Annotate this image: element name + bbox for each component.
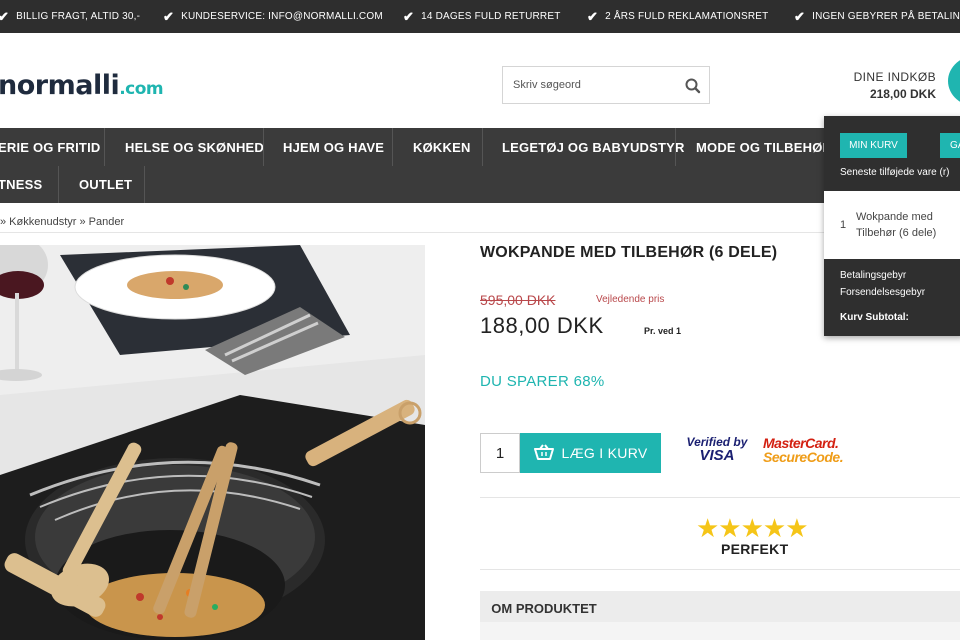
mini-cart-dropdown: MIN KURV GA Seneste tilføjede vare (r) 1… — [824, 116, 960, 336]
quantity-input[interactable] — [480, 433, 520, 473]
perk-customer-service: ✔ KUNDESERVICE: INFO@NORMALLI.COM — [163, 0, 383, 33]
add-to-cart-label: LÆG I KURV — [561, 445, 648, 461]
item-name[interactable]: Wokpande med Tilbehør (6 dele) — [856, 209, 956, 241]
perk-warranty: ✔ 2 ÅRS FULD REKLAMATIONSRET — [587, 0, 768, 33]
search-box — [502, 66, 710, 104]
nav-item-home-garden[interactable]: HJEM OG HAVE — [283, 128, 384, 166]
nav-item-health-beauty[interactable]: HELSE OG SKØNHED — [125, 128, 264, 166]
tab-content — [480, 622, 960, 640]
perk-label: 14 DAGES FULD RETURRET — [421, 11, 561, 22]
check-icon: ✔ — [403, 8, 415, 24]
nav-divider — [482, 128, 483, 166]
mastercard-securecode-logo: MasterCard. SecureCode. — [763, 435, 844, 465]
perk-label: BILLIG FRAGT, ALTID 30,- — [16, 11, 141, 22]
logo-tld: .com — [119, 79, 164, 99]
nav-item-toys-baby[interactable]: LEGETØJ OG BABYUDSTYR — [502, 128, 685, 166]
current-price: 188,00 DKK — [480, 313, 604, 338]
check-icon: ✔ — [794, 8, 806, 24]
recent-items-label: Seneste tilføjede vare (r) — [840, 167, 950, 178]
check-icon: ✔ — [163, 8, 175, 24]
site-logo[interactable]: normalli.com — [0, 70, 164, 101]
rrp-label: Vejledende pris — [596, 294, 665, 305]
nav-divider — [58, 166, 59, 203]
savings-label: DU SPARER 68% — [480, 373, 605, 390]
logo-text: normalli — [0, 70, 120, 101]
nav-item-leisure[interactable]: ERIE OG FRITID — [0, 128, 100, 166]
my-cart-button[interactable]: MIN KURV — [840, 133, 907, 158]
cart-icon[interactable] — [948, 55, 960, 107]
verified-by-visa-logo: Verified by VISA — [686, 435, 748, 464]
unit-label: Pr. ved 1 — [644, 326, 682, 336]
perk-label: INGEN GEBYRER PÅ BETALINGSKO — [812, 11, 960, 22]
divider — [480, 497, 960, 498]
item-quantity: 1 — [840, 219, 847, 231]
wok-photo — [0, 245, 425, 640]
nav-item-kitchen[interactable]: KØKKEN — [413, 128, 471, 166]
old-price: 595,00 DKK — [480, 292, 556, 308]
search-icon[interactable] — [683, 76, 703, 96]
basket-icon — [533, 443, 554, 463]
payment-fee-label: Betalingsgebyr — [840, 270, 907, 281]
perk-label: 2 ÅRS FULD REKLAMATIONSRET — [605, 11, 769, 22]
divider — [0, 232, 960, 233]
search-input[interactable] — [503, 67, 679, 103]
shipping-fee-label: Forsendelsesgebyr — [840, 287, 926, 298]
nav-item-fitness[interactable]: TNESS — [0, 166, 42, 203]
cart-summary[interactable]: DINE INDKØB 218,00 DKK — [854, 70, 936, 101]
rating-label: PERFEKT — [721, 541, 789, 557]
perk-shipping: ✔ BILLIG FRAGT, ALTID 30,- — [0, 0, 140, 33]
rating-stars-icon: ★★★★★ — [696, 513, 809, 543]
cart-label: DINE INDKØB — [853, 70, 936, 84]
checkout-button[interactable]: GA — [940, 133, 960, 158]
nav-divider — [675, 128, 676, 166]
nav-divider — [263, 128, 264, 166]
subtotal-label: Kurv Subtotal: — [840, 312, 909, 323]
top-benefits-bar: ✔ BILLIG FRAGT, ALTID 30,- ✔ KUNDESERVIC… — [0, 0, 960, 33]
breadcrumb[interactable]: » Køkkenudstyr » Pander — [0, 216, 124, 228]
product-title: WOKPANDE MED TILBEHØR (6 DELE) — [480, 244, 778, 261]
nav-divider — [392, 128, 393, 166]
perk-label: KUNDESERVICE: INFO@NORMALLI.COM — [181, 11, 383, 22]
check-icon: ✔ — [587, 8, 599, 24]
mini-cart-item[interactable]: 1 Wokpande med Tilbehør (6 dele) — [824, 191, 960, 259]
check-icon: ✔ — [0, 8, 10, 24]
main-nav-row2: TNESS OUTLET — [0, 166, 960, 203]
nav-divider — [144, 166, 145, 203]
nav-divider — [104, 128, 105, 166]
nav-item-fashion[interactable]: MODE OG TILBEHØR — [696, 128, 832, 166]
perk-no-fees: ✔ INGEN GEBYRER PÅ BETALINGSKO — [794, 0, 960, 33]
divider — [480, 569, 960, 570]
perk-returns: ✔ 14 DAGES FULD RETURRET — [403, 0, 561, 33]
add-to-cart-button[interactable]: LÆG I KURV — [520, 433, 661, 473]
cart-amount: 218,00 DKK — [869, 87, 936, 101]
main-nav: ERIE OG FRITID HELSE OG SKØNHED HJEM OG … — [0, 128, 960, 166]
product-image[interactable] — [0, 245, 425, 640]
nav-item-outlet[interactable]: OUTLET — [79, 166, 132, 203]
